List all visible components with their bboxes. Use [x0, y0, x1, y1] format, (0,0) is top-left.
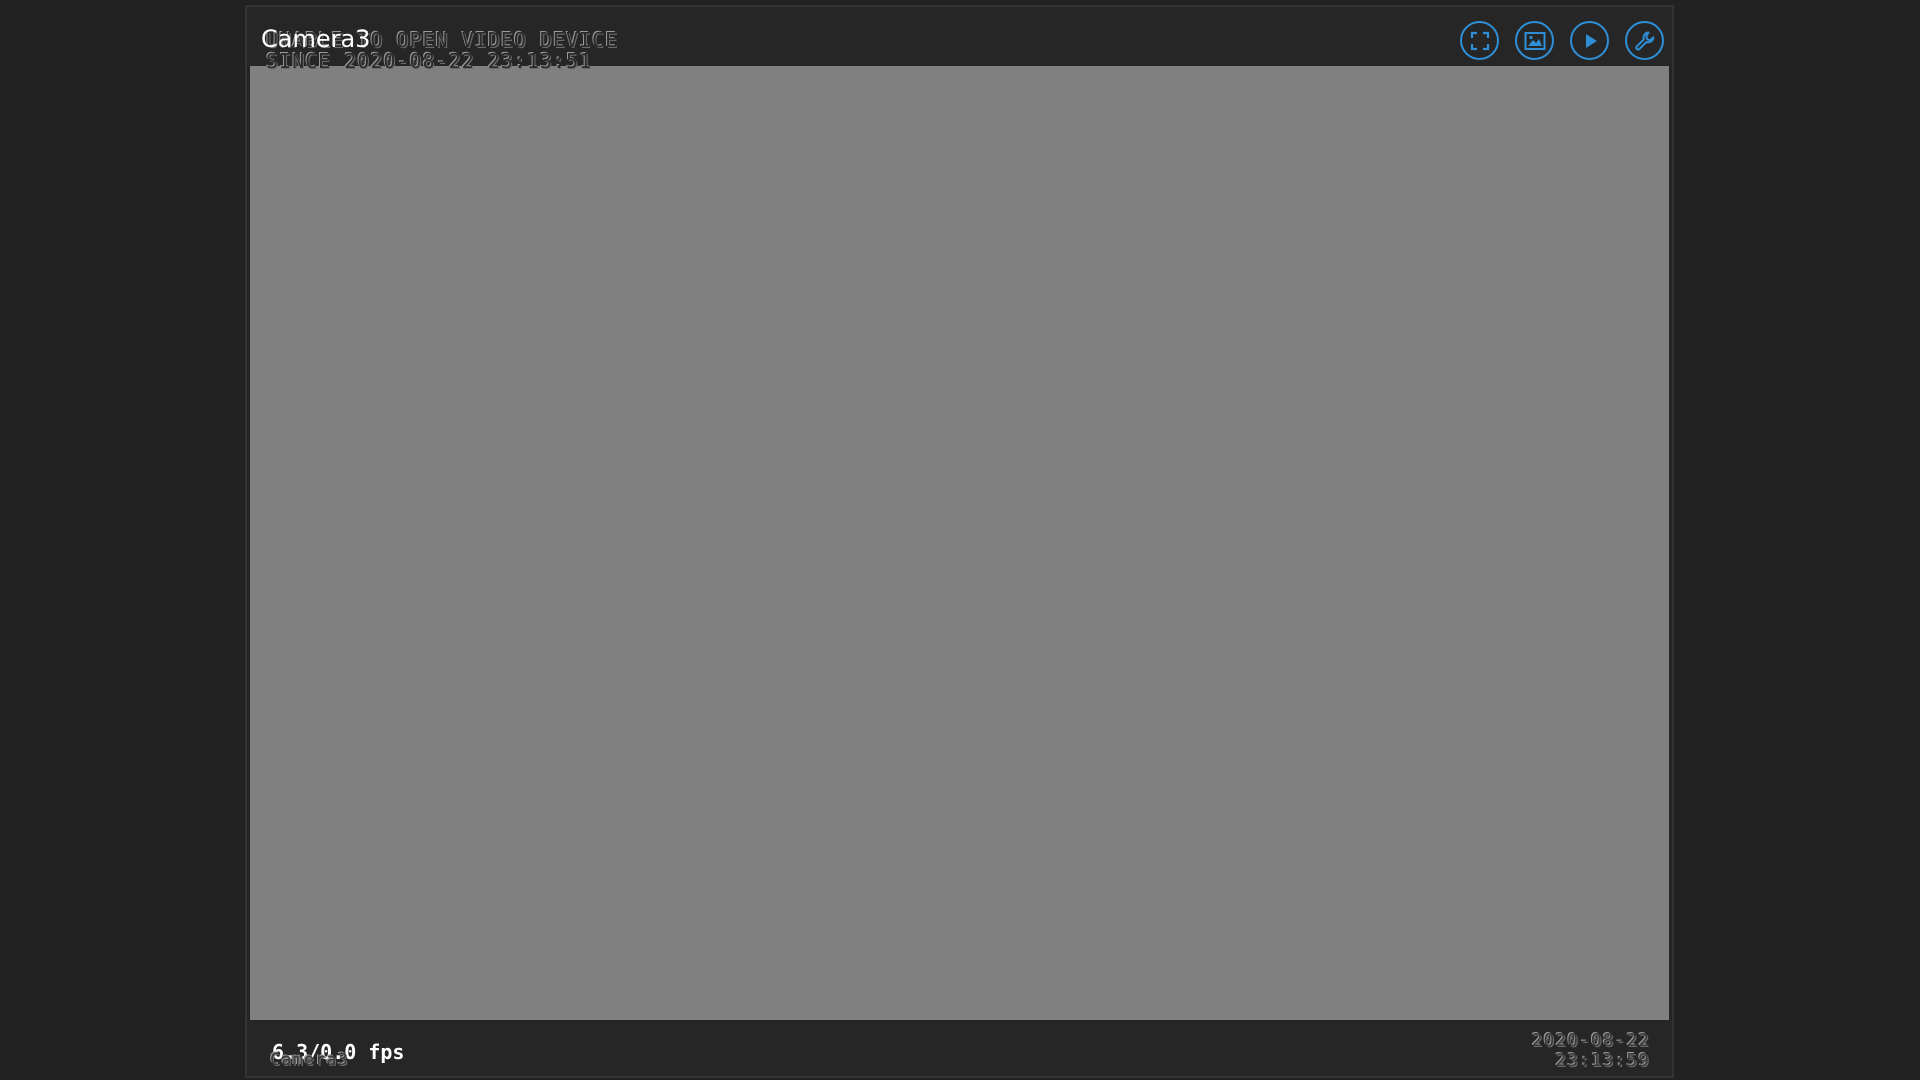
osd-date: 2020-08-22: [1531, 1030, 1650, 1051]
osd-error-line2: SINCE 2020-08-22 23:13:51: [266, 49, 593, 73]
snapshot-icon: [1524, 31, 1545, 50]
settings-button[interactable]: [1625, 21, 1664, 60]
wrench-icon: [1634, 31, 1654, 50]
camera-footer: 6.3/0.0 fps: [247, 1020, 1672, 1076]
fullscreen-button[interactable]: [1460, 21, 1499, 60]
camera-frame: Camera3 6.3/0.0 fps: [245, 5, 1674, 1078]
osd-timestamp: 2020-08-22 23:13:59: [1532, 1031, 1650, 1071]
camera-title: Camera3: [261, 25, 371, 53]
play-icon: [1585, 33, 1597, 48]
fullscreen-icon: [1470, 31, 1489, 50]
snapshot-button[interactable]: [1515, 21, 1554, 60]
camera-toolbar: [1460, 21, 1664, 60]
osd-camera-name: Camera3: [270, 1050, 349, 1070]
play-button[interactable]: [1570, 21, 1609, 60]
osd-time: 23:13:59: [1555, 1050, 1650, 1071]
video-feed[interactable]: [250, 66, 1669, 1020]
